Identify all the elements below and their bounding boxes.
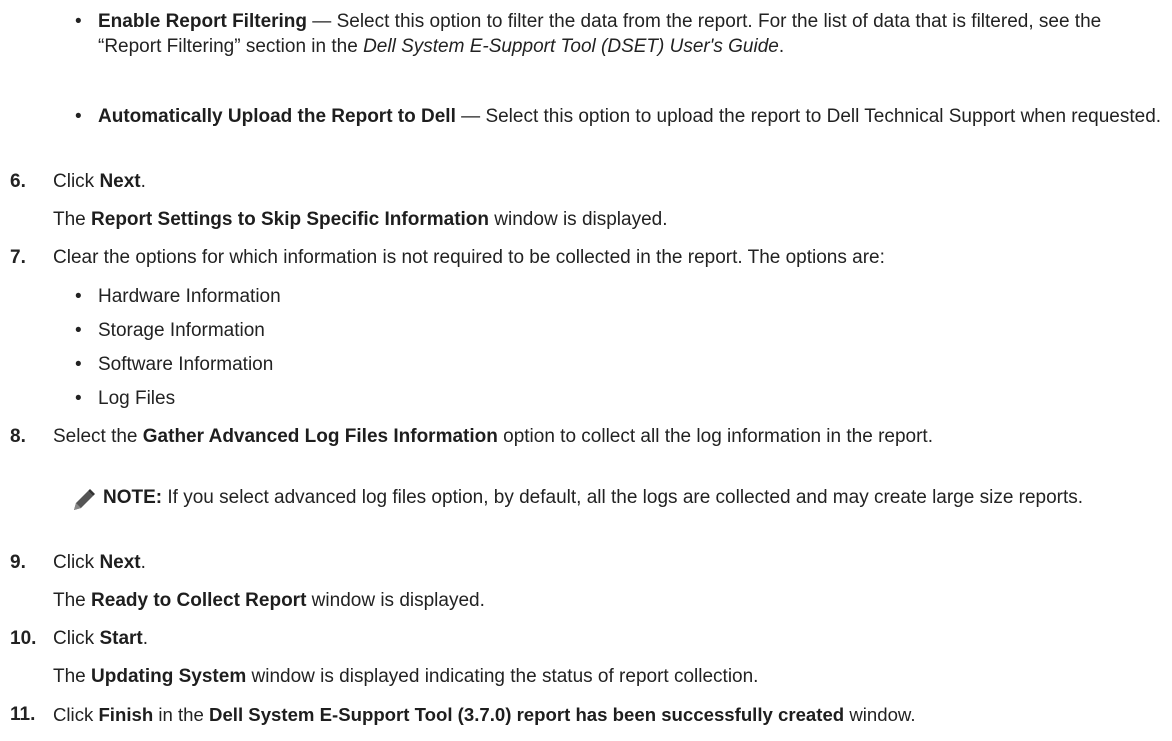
step-number: 10.: [10, 628, 37, 649]
option-title: Automatically Upload the Report to Dell: [98, 106, 456, 127]
window-name: Dell System E-Support Tool (3.7.0) repor…: [209, 704, 845, 725]
option-log-files: • Log Files: [75, 388, 176, 409]
step-number: 9.: [10, 552, 26, 573]
step-text: Click Finish in the Dell System E-Suppor…: [53, 704, 916, 725]
document-page: • Enable Report Filtering — Select this …: [0, 0, 1172, 741]
step-number: 7.: [10, 247, 26, 268]
note-text: If you select advanced log files option,…: [162, 487, 1084, 508]
window-name: Ready to Collect Report: [91, 590, 307, 611]
step-result: The Ready to Collect Report window is di…: [53, 590, 485, 611]
option-hardware: • Hardware Information: [75, 286, 281, 307]
bullet-enable-report-filtering: • Enable Report Filtering — Select this …: [75, 11, 1102, 57]
step-result: The Report Settings to Skip Specific Inf…: [53, 209, 668, 230]
note-pencil-icon: [74, 489, 95, 510]
step-text: Click Next.: [53, 171, 146, 192]
step-number: 8.: [10, 426, 26, 447]
window-name: Report Settings to Skip Specific Informa…: [91, 209, 490, 230]
guide-title: Dell System E-Support Tool (DSET) User's…: [363, 36, 779, 57]
step-result: The Updating System window is displayed …: [53, 666, 759, 687]
window-name: Updating System: [91, 666, 247, 687]
option-storage: • Storage Information: [75, 320, 265, 341]
option-title: Enable Report Filtering: [98, 11, 308, 32]
bullet-dot: •: [75, 11, 82, 32]
bullet-auto-upload: • Automatically Upload the Report to Del…: [75, 106, 1162, 127]
note-label: NOTE:: [103, 487, 163, 508]
step-text: Click Start.: [53, 628, 149, 649]
button-name: Next: [99, 171, 141, 192]
bullet-dot: •: [75, 106, 82, 127]
button-name: Finish: [98, 704, 154, 725]
note-block: NOTE: If you select advanced log files o…: [74, 485, 1142, 510]
step-number: 6.: [10, 171, 26, 192]
step-text: Clear the options for which information …: [53, 247, 885, 268]
button-name: Start: [99, 628, 143, 649]
button-name: Next: [99, 552, 141, 573]
option-name: Gather Advanced Log Files Information: [142, 426, 498, 447]
option-software: • Software Information: [75, 354, 274, 375]
step-text: Click Next.: [53, 552, 146, 573]
step-number: 11.: [10, 704, 36, 725]
step-text: Select the Gather Advanced Log Files Inf…: [53, 426, 933, 447]
